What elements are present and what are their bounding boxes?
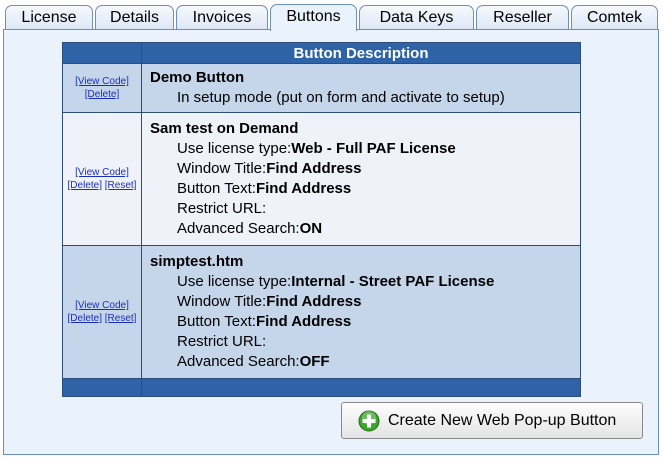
row-actions: [View Code] [Delete] xyxy=(62,63,142,113)
table-header-blank xyxy=(62,42,142,64)
window-title-line: Window Title:Find Address xyxy=(150,159,572,179)
restrict-url-label: Restrict URL: xyxy=(177,200,267,217)
reset-link[interactable]: [Reset] xyxy=(105,313,137,324)
row-actions: [View Code] [Delete] [Reset] xyxy=(62,112,142,246)
reset-link[interactable]: [Reset] xyxy=(105,180,137,191)
delete-link[interactable]: [Delete] xyxy=(68,180,102,191)
plus-circle-icon xyxy=(358,410,380,431)
tab-buttons[interactable]: Buttons xyxy=(270,4,357,31)
advanced-search-line: Advanced Search:ON xyxy=(150,219,572,239)
window-title-label: Window Title: xyxy=(177,293,267,310)
row-description: Demo Button In setup mode (put on form a… xyxy=(141,63,581,113)
window-title-value: Find Address xyxy=(266,160,362,177)
button-name: simptest.htm xyxy=(150,253,244,270)
table-header-description: Button Description xyxy=(141,42,581,64)
delete-link[interactable]: [Delete] xyxy=(68,313,102,324)
setup-note: In setup mode (put on form and activate … xyxy=(177,89,505,106)
buttons-panel: Button Description [View Code] [Delete] … xyxy=(3,29,659,455)
license-type-value: Web - Full PAF License xyxy=(291,140,456,157)
tab-bar: License Details Invoices Buttons Data Ke… xyxy=(0,0,663,31)
view-code-link[interactable]: [View Code] xyxy=(75,300,129,311)
table-row: [View Code] [Delete] [Reset] Sam test on… xyxy=(62,112,581,246)
delete-link[interactable]: [Delete] xyxy=(85,89,119,100)
license-type-label: Use license type: xyxy=(177,140,292,157)
tab-comtek[interactable]: Comtek xyxy=(571,5,658,29)
table-footer-cell xyxy=(62,378,142,397)
row-actions: [View Code] [Delete] [Reset] xyxy=(62,245,142,379)
table-row: [View Code] [Delete] Demo Button In setu… xyxy=(62,63,581,113)
window-title-value: Find Address xyxy=(266,293,362,310)
advanced-search-line: Advanced Search:OFF xyxy=(150,352,572,372)
button-text-line: Button Text:Find Address xyxy=(150,179,572,199)
create-button-label: Create New Web Pop-up Button xyxy=(388,411,617,429)
button-text-value: Find Address xyxy=(255,180,352,197)
restrict-url-label: Restrict URL: xyxy=(177,333,267,350)
button-name: Sam test on Demand xyxy=(150,120,299,137)
tab-invoices[interactable]: Invoices xyxy=(176,5,268,29)
create-web-popup-button[interactable]: Create New Web Pop-up Button xyxy=(341,402,643,439)
button-text-label: Button Text: xyxy=(177,180,256,197)
button-text-label: Button Text: xyxy=(177,313,256,330)
advanced-search-value: ON xyxy=(299,220,323,237)
tab-details[interactable]: Details xyxy=(95,5,174,29)
table-footer-cell xyxy=(141,378,581,397)
tab-data-keys[interactable]: Data Keys xyxy=(359,5,474,29)
license-type-value: Internal - Street PAF License xyxy=(291,273,495,290)
button-text-value: Find Address xyxy=(255,313,352,330)
table-header-row: Button Description xyxy=(62,42,581,64)
restrict-url-line: Restrict URL: xyxy=(150,199,572,219)
tab-reseller[interactable]: Reseller xyxy=(476,5,569,29)
button-name: Demo Button xyxy=(150,69,245,86)
button-text-line: Button Text:Find Address xyxy=(150,312,572,332)
license-type-line: Use license type:Web - Full PAF License xyxy=(150,139,572,159)
view-code-link[interactable]: [View Code] xyxy=(75,76,129,87)
window-title-label: Window Title: xyxy=(177,160,267,177)
tab-license[interactable]: License xyxy=(5,5,93,29)
buttons-table: Button Description [View Code] [Delete] … xyxy=(62,42,581,397)
advanced-search-label: Advanced Search: xyxy=(177,220,300,237)
license-type-label: Use license type: xyxy=(177,273,292,290)
advanced-search-value: OFF xyxy=(299,353,330,370)
row-description: Sam test on Demand Use license type:Web … xyxy=(141,112,581,246)
license-type-line: Use license type:Internal - Street PAF L… xyxy=(150,272,572,292)
view-code-link[interactable]: [View Code] xyxy=(75,167,129,178)
restrict-url-line: Restrict URL: xyxy=(150,332,572,352)
advanced-search-label: Advanced Search: xyxy=(177,353,300,370)
row-description: simptest.htm Use license type:Internal -… xyxy=(141,245,581,379)
table-row: [View Code] [Delete] [Reset] simptest.ht… xyxy=(62,245,581,379)
table-footer-row xyxy=(62,378,581,397)
window-title-line: Window Title:Find Address xyxy=(150,292,572,312)
